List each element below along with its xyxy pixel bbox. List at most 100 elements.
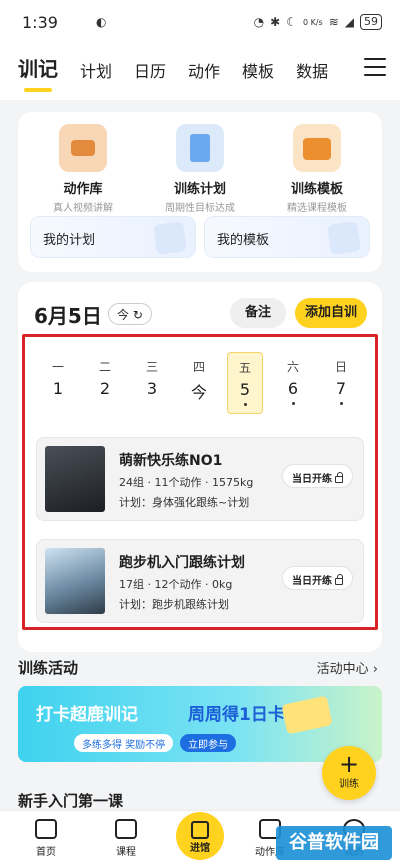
week-strip: 一 1 二 2 三 3 四 今 五 5 六 6 日 7 (40, 352, 370, 420)
bluetooth-icon: ✱ (270, 15, 281, 29)
day-card-graphic (281, 695, 333, 735)
day-item[interactable]: 一 1 (40, 352, 76, 414)
day-item[interactable]: 六 6 (275, 352, 311, 414)
quick-link-title: 训练模板 (290, 182, 343, 197)
quick-links-card: 动作库 真人视频讲解 训练计划 周期性目标达成 训练模板 精选课程模板 我的计划… (18, 112, 382, 272)
start-today-button[interactable]: 当日开练 (282, 566, 353, 590)
my-plan-button[interactable]: 我的计划 (30, 216, 196, 258)
tab-data[interactable]: 数据 (296, 58, 328, 82)
refresh-icon: ↻ (132, 308, 143, 322)
day-number: 6 (287, 379, 299, 398)
quick-link-subtitle: 真人视频讲解 (53, 203, 113, 214)
training-fab-label: 训练 (339, 779, 359, 790)
today-button[interactable]: 今 ↻ (108, 303, 152, 325)
signal-icon: ◢ (344, 15, 354, 29)
plan-folder-icon (153, 221, 187, 255)
tab-templates[interactable]: 模板 (242, 58, 274, 82)
my-template-label: 我的模板 (217, 233, 270, 248)
nav-label: 进馆 (190, 843, 210, 854)
start-today-button[interactable]: 当日开练 (282, 464, 353, 488)
plan-meta: 24组 · 11个动作 · 1575kg (119, 476, 254, 489)
day-item[interactable]: 四 今 (181, 352, 217, 414)
tab-calendar[interactable]: 日历 (134, 58, 166, 82)
plan-card[interactable]: 跑步机入门跟练计划 17组 · 12个动作 · 0kg 计划：跑步机跟练计划 当… (36, 539, 364, 623)
nav-label: 课程 (116, 847, 136, 858)
status-bar: 1:39 ◐ ◔ ✱ ☾ 0 K/s ≋ ◢ 59 (0, 0, 400, 44)
day-weekday: 四 (192, 360, 205, 374)
activity-center-link[interactable]: 活动中心 › (317, 658, 378, 677)
plan-source: 计划：跑步机跟练计划 (119, 598, 229, 611)
dumbbell-icon (59, 124, 107, 172)
quick-link-action-library[interactable]: 动作库 真人视频讲解 (28, 124, 138, 214)
clipboard-icon (176, 124, 224, 172)
plan-name: 萌新快乐练NO1 (119, 453, 223, 469)
wifi-icon: ≋ (328, 15, 339, 29)
plan-card[interactable]: 萌新快乐练NO1 24组 · 11个动作 · 1575kg 计划：身体强化跟练~… (36, 437, 364, 521)
today-label: 今 (117, 308, 130, 322)
day-number: 今 (190, 383, 207, 402)
day-number: 3 (146, 379, 158, 398)
add-self-training-button[interactable]: 添加自训 (295, 298, 367, 328)
newcomer-section-title: 新手入门第一课 (18, 792, 124, 810)
banner-tag: 多练多得 奖励不停 (74, 734, 174, 752)
quick-link-title: 动作库 (63, 182, 103, 197)
day-item[interactable]: 日 7 (323, 352, 359, 414)
battery-icon: 59 (360, 14, 382, 30)
banner-cta-button[interactable]: 立即参与 (180, 734, 236, 752)
lock-icon (335, 574, 343, 585)
day-dot (291, 402, 295, 405)
moon-icon: ☾ (286, 15, 297, 29)
quick-link-training-plan[interactable]: 训练计划 周期性目标达成 (145, 124, 255, 214)
day-weekday: 二 (98, 360, 111, 374)
note-button[interactable]: 备注 (230, 298, 286, 328)
net-speed: 0 K/s (302, 17, 323, 27)
speed-icon: ◔ (253, 15, 265, 29)
lock-icon (335, 472, 343, 483)
day-item[interactable]: 二 2 (87, 352, 123, 414)
training-fab[interactable]: + 训练 (322, 746, 376, 800)
status-time: 1:39 (22, 12, 58, 32)
start-label: 当日开练 (292, 576, 332, 587)
nav-enter-gym[interactable]: 进馆 (176, 812, 224, 860)
day-number: 1 (52, 379, 64, 398)
banner-highlight: 周周得1日卡 (188, 705, 285, 725)
qr-code-icon (191, 821, 209, 839)
site-watermark: 谷普软件园 (276, 826, 392, 860)
plan-thumbnail (45, 446, 105, 512)
day-number: 7 (335, 379, 347, 398)
quick-link-title: 训练计划 (173, 182, 226, 197)
my-template-button[interactable]: 我的模板 (204, 216, 370, 258)
tab-plan[interactable]: 计划 (80, 58, 112, 82)
day-weekday: 六 (286, 360, 299, 374)
activity-section-title: 训练活动 (18, 659, 79, 677)
tab-actions[interactable]: 动作 (188, 58, 220, 82)
plan-meta: 17组 · 12个动作 · 0kg (119, 578, 233, 591)
home-icon (35, 819, 57, 839)
menu-icon[interactable] (364, 58, 386, 76)
nav-home[interactable]: 首页 (16, 819, 76, 858)
plan-thumbnail (45, 548, 105, 614)
schedule-date: 6月5日 (34, 304, 102, 328)
quick-link-subtitle: 周期性目标达成 (165, 203, 235, 214)
nav-courses[interactable]: 课程 (96, 819, 156, 858)
day-weekday: 日 (334, 360, 347, 374)
banner-title: 打卡超鹿训记 (36, 705, 138, 725)
search-icon (115, 819, 137, 839)
plan-source: 计划：身体强化跟练~计划 (119, 496, 250, 509)
status-icons: ◔ ✱ ☾ 0 K/s ≋ ◢ 59 (254, 14, 382, 30)
notification-icon: ◐ (95, 15, 107, 29)
schedule-card: 6月5日 今 ↻ 备注 添加自训 一 1 二 2 三 3 四 今 五 5 六 6 (18, 282, 382, 652)
day-weekday: 三 (145, 360, 158, 374)
top-nav: 训记 计划 日历 动作 模板 数据 (0, 44, 400, 100)
nav-label: 首页 (36, 847, 56, 858)
day-item-selected[interactable]: 五 5 (227, 352, 263, 414)
plus-icon: + (338, 750, 360, 778)
day-number: 5 (239, 380, 251, 399)
quick-link-training-template[interactable]: 训练模板 精选课程模板 (262, 124, 372, 214)
quick-link-subtitle: 精选课程模板 (287, 203, 347, 214)
day-item[interactable]: 三 3 (134, 352, 170, 414)
plan-name: 跑步机入门跟练计划 (119, 555, 245, 571)
day-dot (243, 403, 247, 406)
day-weekday: 一 (51, 360, 64, 374)
tab-xunji[interactable]: 训记 (18, 53, 58, 92)
